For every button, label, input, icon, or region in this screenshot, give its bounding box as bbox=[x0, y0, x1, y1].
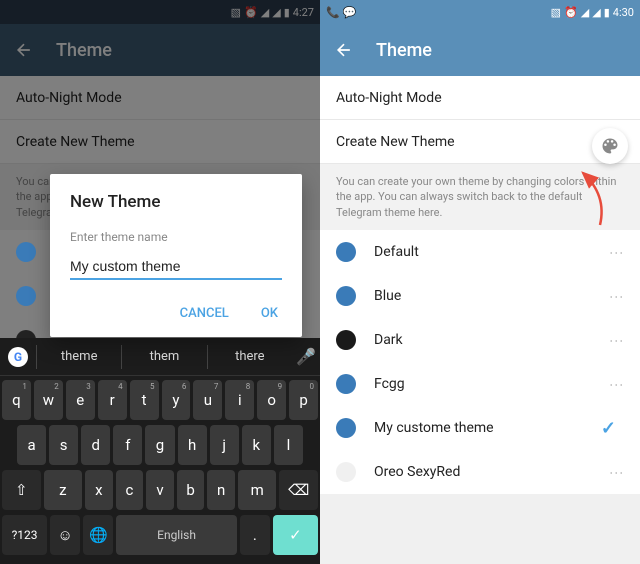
theme-name: Default bbox=[374, 244, 608, 260]
auto-night-mode[interactable]: Auto-Night Mode bbox=[320, 76, 640, 120]
key-s[interactable]: s bbox=[49, 425, 78, 465]
key-o[interactable]: o9 bbox=[257, 380, 286, 420]
backspace-key[interactable]: ⌫ bbox=[279, 470, 318, 510]
emoji-key[interactable]: ☺ bbox=[50, 515, 80, 555]
ok-button[interactable]: OK bbox=[257, 300, 282, 327]
dialog-label: Enter theme name bbox=[70, 230, 282, 244]
key-m[interactable]: m bbox=[238, 470, 277, 510]
status-icon: ▧ bbox=[551, 6, 561, 19]
signal-icon: ◢ bbox=[592, 6, 600, 19]
theme-color-dot bbox=[336, 242, 356, 262]
palette-icon bbox=[600, 136, 620, 156]
symbols-key[interactable]: ?123 bbox=[2, 515, 47, 555]
theme-row[interactable]: Oreo SexyRed⋮ bbox=[320, 450, 640, 494]
key-v[interactable]: v bbox=[146, 470, 174, 510]
shift-key[interactable]: ⇧ bbox=[2, 470, 41, 510]
key-x[interactable]: x bbox=[85, 470, 113, 510]
more-icon[interactable]: ⋮ bbox=[608, 378, 624, 390]
key-a[interactable]: a bbox=[17, 425, 46, 465]
theme-name: Blue bbox=[374, 288, 608, 304]
key-b[interactable]: b bbox=[177, 470, 205, 510]
suggestion[interactable]: theme bbox=[36, 345, 121, 369]
key-t[interactable]: t5 bbox=[130, 380, 159, 420]
theme-color-dot bbox=[336, 374, 356, 394]
theme-name: Fcgg bbox=[374, 376, 608, 392]
key-k[interactable]: k bbox=[242, 425, 271, 465]
phone-icon: 📞 bbox=[326, 6, 340, 19]
key-p[interactable]: p0 bbox=[289, 380, 318, 420]
cancel-button[interactable]: CANCEL bbox=[176, 300, 233, 327]
theme-name: My custome theme bbox=[374, 420, 601, 436]
key-q[interactable]: q1 bbox=[2, 380, 31, 420]
more-icon[interactable]: ⋮ bbox=[608, 246, 624, 258]
key-c[interactable]: c bbox=[116, 470, 144, 510]
keyboard[interactable]: G theme them there 🎤 q1w2e3r4t5y6u7i8o9p… bbox=[0, 338, 320, 564]
status-time: 4:30 bbox=[613, 6, 634, 19]
key-h[interactable]: h bbox=[178, 425, 207, 465]
google-icon[interactable]: G bbox=[8, 347, 28, 367]
theme-row[interactable]: My custome theme✓ bbox=[320, 406, 640, 450]
space-key[interactable]: English bbox=[116, 515, 236, 555]
back-button[interactable] bbox=[332, 38, 356, 62]
theme-color-dot bbox=[336, 418, 356, 438]
whatsapp-icon: 💬 bbox=[343, 6, 357, 19]
key-z[interactable]: z bbox=[44, 470, 83, 510]
globe-key[interactable]: 🌐 bbox=[83, 515, 113, 555]
key-j[interactable]: j bbox=[210, 425, 239, 465]
key-l[interactable]: l bbox=[274, 425, 303, 465]
alarm-icon: ⏰ bbox=[564, 6, 578, 19]
app-header: Theme bbox=[320, 24, 640, 76]
more-icon[interactable]: ⋮ bbox=[608, 334, 624, 346]
theme-color-dot bbox=[16, 242, 36, 262]
key-w[interactable]: w2 bbox=[34, 380, 63, 420]
battery-icon: ▮ bbox=[604, 6, 610, 19]
theme-color-dot bbox=[16, 286, 36, 306]
mic-icon[interactable]: 🎤 bbox=[292, 347, 320, 366]
key-n[interactable]: n bbox=[207, 470, 235, 510]
key-r[interactable]: r4 bbox=[98, 380, 127, 420]
theme-name: Oreo SexyRed bbox=[374, 464, 608, 480]
key-d[interactable]: d bbox=[81, 425, 110, 465]
signal-icon: ◢ bbox=[581, 6, 589, 19]
theme-color-dot bbox=[336, 286, 356, 306]
suggestion[interactable]: them bbox=[121, 345, 206, 369]
theme-row[interactable]: Dark⋮ bbox=[320, 318, 640, 362]
key-y[interactable]: y6 bbox=[162, 380, 191, 420]
theme-name: Dark bbox=[374, 332, 608, 348]
period-key[interactable]: . bbox=[240, 515, 270, 555]
theme-color-dot bbox=[336, 330, 356, 350]
key-u[interactable]: u7 bbox=[193, 380, 222, 420]
check-icon: ✓ bbox=[601, 418, 616, 439]
dialog-title: New Theme bbox=[70, 192, 282, 212]
more-icon[interactable]: ⋮ bbox=[608, 466, 624, 478]
page-title: Theme bbox=[376, 40, 432, 61]
key-e[interactable]: e3 bbox=[66, 380, 95, 420]
key-g[interactable]: g bbox=[145, 425, 174, 465]
more-icon[interactable]: ⋮ bbox=[608, 290, 624, 302]
key-f[interactable]: f bbox=[113, 425, 142, 465]
status-bar: 📞 💬 ▧ ⏰ ◢ ◢ ▮ 4:30 bbox=[320, 0, 640, 24]
key-i[interactable]: i8 bbox=[225, 380, 254, 420]
palette-fab[interactable] bbox=[592, 128, 628, 164]
theme-color-dot bbox=[336, 462, 356, 482]
new-theme-dialog: New Theme Enter theme name CANCEL OK bbox=[50, 174, 302, 337]
info-text: You can create your own theme by changin… bbox=[320, 164, 640, 230]
theme-row[interactable]: Default⋮ bbox=[320, 230, 640, 274]
theme-name-input[interactable] bbox=[70, 254, 282, 280]
enter-key[interactable]: ✓ bbox=[273, 515, 318, 555]
theme-row[interactable]: Blue⋮ bbox=[320, 274, 640, 318]
theme-row[interactable]: Fcgg⋮ bbox=[320, 362, 640, 406]
suggestion[interactable]: there bbox=[207, 345, 292, 369]
